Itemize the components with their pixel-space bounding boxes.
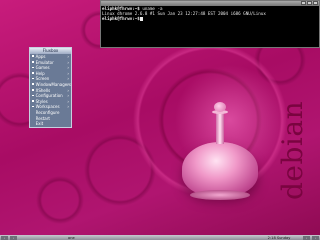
decanter-body (182, 142, 258, 196)
prev-workspace-button[interactable]: ‹ (1, 235, 8, 240)
menu-item-label: Configuration (35, 93, 63, 99)
bullet-icon (32, 105, 34, 108)
menu-item-label: Styles (35, 98, 48, 104)
bullet-icon (32, 88, 34, 91)
decanter-neck (216, 110, 224, 144)
maximize-icon[interactable] (307, 1, 312, 5)
workspace-label[interactable]: one (68, 236, 86, 240)
decanter-base (190, 190, 250, 200)
bullet-icon (32, 55, 34, 57)
bullet-icon (32, 100, 34, 102)
menu-item-label: Reconfigure (35, 109, 60, 115)
root-menu[interactable]: Fluxbox Apps › Emulator › Games › Help › Screen ›… (29, 47, 72, 128)
prev-window-button[interactable]: ‹ (303, 235, 310, 240)
menu-item[interactable]: Exit (30, 121, 71, 127)
bullet-icon (32, 72, 34, 74)
next-window-button[interactable]: › (312, 235, 319, 240)
terminal-line[interactable]: eliphk@fhrwv:~$ (101, 16, 319, 21)
menu-item-label: Help (35, 70, 45, 76)
menu-item-label: Exit (35, 121, 44, 127)
terminal-prompt: eliphk@fhrwv:~$ (102, 16, 140, 21)
menu-item-label: XShells (35, 87, 51, 93)
text-cursor (139, 17, 143, 21)
menu-item-label: Screen (35, 76, 50, 82)
menu-item-label: Apps (35, 54, 46, 59)
minimize-icon[interactable] (301, 1, 306, 5)
clock: 2:18 Sunday (267, 235, 291, 240)
next-workspace-button[interactable]: › (10, 235, 17, 240)
debian-watermark: debian (276, 100, 309, 200)
decanter-image (178, 102, 258, 202)
menu-item-label: WindowManagers (35, 81, 71, 87)
bullet-icon (32, 77, 34, 80)
menu-item-label: Restart (35, 115, 50, 121)
bullet-icon (32, 66, 34, 69)
menu-item-label: Emulator (35, 59, 54, 65)
toolbar[interactable]: ‹ › one 2:18 Sunday ‹ › (0, 235, 320, 240)
bullet-icon (32, 61, 34, 63)
bullet-icon (32, 94, 34, 97)
menu-item-label: Games (35, 65, 50, 71)
bullet-icon (32, 83, 34, 85)
decanter-stopper (214, 102, 226, 112)
close-icon[interactable] (313, 1, 318, 5)
menu-item-label: Workspaces (35, 104, 60, 110)
terminal-window[interactable]: eliphk@fhrwv:~$ uname -a Linux dhrome 2.… (100, 0, 320, 48)
